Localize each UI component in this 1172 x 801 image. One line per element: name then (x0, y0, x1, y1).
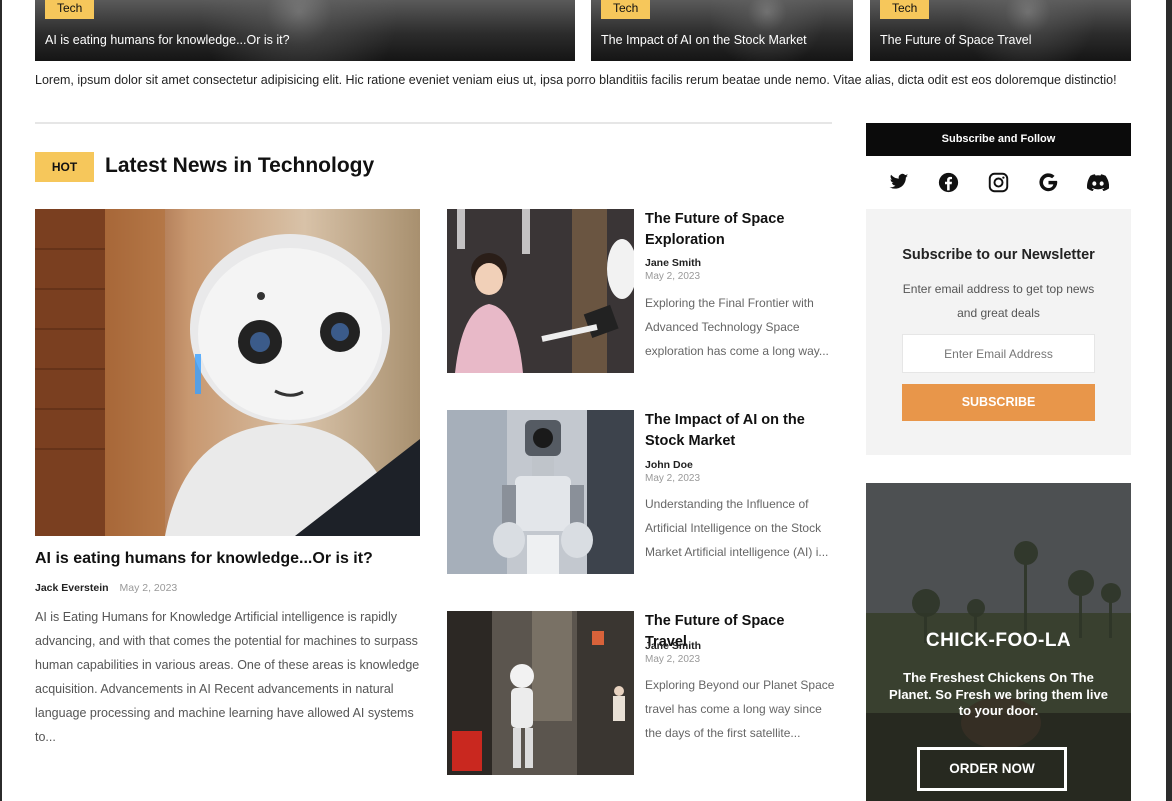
social-icons (866, 166, 1131, 198)
post-date: May 2, 2023 (645, 654, 701, 665)
subscribe-button[interactable]: SUBSCRIBE (902, 384, 1095, 421)
article-excerpt: Understanding the Influence of Artificia… (645, 497, 829, 559)
article-image[interactable] (447, 410, 634, 574)
featured-image[interactable] (35, 209, 420, 536)
article-excerpt: Exploring Beyond our Planet Space travel… (645, 678, 835, 740)
author-name[interactable]: Jane Smith (645, 640, 701, 652)
post-date: May 2, 2023 (645, 271, 701, 282)
author-name[interactable]: John Doe (645, 459, 693, 471)
featured-title[interactable]: AI is eating humans for knowledge...Or i… (35, 550, 373, 568)
post-date: May 2, 2023 (119, 582, 178, 594)
discord-icon[interactable] (1086, 170, 1110, 194)
newsletter-box: Subscribe to our Newsletter Enter email … (866, 209, 1131, 455)
article-title[interactable]: The Impact of AI on the Stock Market (645, 410, 830, 452)
featured-excerpt: AI is Eating Humans for Knowledge Artifi… (35, 610, 420, 744)
order-now-button[interactable]: ORDER NOW (917, 747, 1067, 791)
subscribe-follow-heading: Subscribe and Follow (866, 123, 1131, 156)
hot-badge: HOT (35, 152, 94, 182)
newsletter-title: Subscribe to our Newsletter (902, 247, 1095, 263)
intro-text: Lorem, ipsum dolor sit amet consectetur … (35, 73, 1117, 87)
window-frame-right (1166, 0, 1172, 801)
category-tag[interactable]: Tech (601, 0, 651, 19)
section-title: Latest News in Technology (105, 154, 375, 177)
window-frame-left (0, 0, 2, 801)
category-tag[interactable]: Tech (880, 0, 930, 19)
featured-meta: Jack Everstein May 2, 2023 (35, 582, 177, 594)
article-title[interactable]: The Future of Space Exploration (645, 209, 830, 251)
newsletter-text: Enter email address to get top news and … (902, 282, 1095, 320)
slider-card[interactable]: Tech The Impact of AI on the Stock Marke… (591, 0, 853, 61)
google-icon[interactable] (1036, 170, 1060, 194)
instagram-icon[interactable] (986, 170, 1010, 194)
article-image[interactable] (447, 209, 634, 373)
slider-caption[interactable]: The Future of Space Travel (880, 33, 1031, 47)
top-slider: Tech AI is eating humans for knowledge..… (35, 0, 1131, 61)
category-tag[interactable]: Tech (45, 0, 95, 19)
facebook-icon[interactable] (937, 170, 961, 194)
slider-card[interactable]: Tech AI is eating humans for knowledge..… (35, 0, 575, 61)
ad-brand: CHICK-FOO-LA (925, 630, 1072, 651)
author-name[interactable]: Jack Everstein (35, 582, 109, 594)
ad-tagline: The Freshest Chickens On The Planet. So … (889, 670, 1108, 718)
slider-card[interactable]: Tech The Future of Space Travel (870, 0, 1131, 61)
slider-caption[interactable]: The Impact of AI on the Stock Market (601, 33, 807, 47)
slider-caption[interactable]: AI is eating humans for knowledge...Or i… (45, 33, 290, 47)
post-date: May 2, 2023 (645, 473, 701, 484)
ad-banner[interactable]: CHICK-FOO-LA The Freshest Chickens On Th… (866, 483, 1131, 801)
twitter-icon[interactable] (887, 170, 911, 194)
article-image[interactable] (447, 611, 634, 775)
article-excerpt: Exploring the Final Frontier with Advanc… (645, 296, 829, 358)
email-input[interactable] (902, 334, 1095, 373)
divider (35, 122, 832, 124)
author-name[interactable]: Jane Smith (645, 257, 701, 269)
